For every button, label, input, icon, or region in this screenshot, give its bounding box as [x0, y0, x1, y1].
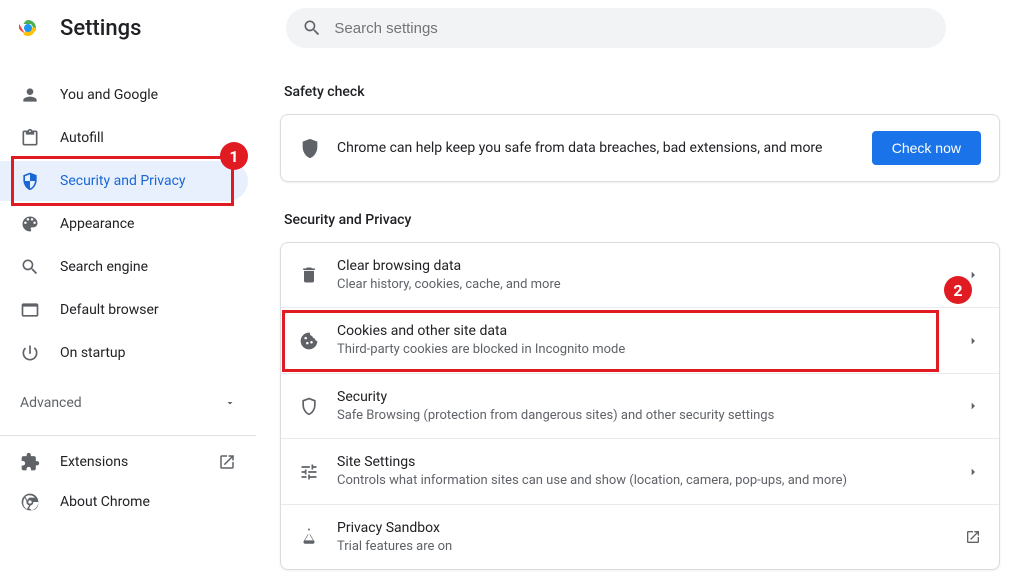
chevron-down-icon	[224, 397, 236, 409]
row-clear-browsing-data[interactable]: Clear browsing data Clear history, cooki…	[281, 243, 999, 308]
sidebar-item-on-startup[interactable]: On startup	[0, 333, 248, 373]
sidebar: You and Google Autofill Security and Pri…	[0, 56, 256, 576]
extensions-label: Extensions	[60, 454, 128, 470]
shield-outline-icon	[299, 396, 319, 416]
safety-check-card: Chrome can help keep you safe from data …	[280, 114, 1000, 182]
chrome-outline-icon	[20, 492, 40, 512]
row-title: Privacy Sandbox	[337, 519, 965, 538]
chrome-logo-icon	[16, 16, 40, 40]
sidebar-item-appearance[interactable]: Appearance	[0, 204, 248, 244]
sidebar-item-label: Autofill	[60, 130, 104, 146]
safety-check-title: Safety check	[284, 84, 1000, 100]
search-icon	[302, 18, 322, 38]
open-in-new-icon	[965, 529, 981, 545]
safety-check-text: Chrome can help keep you safe from data …	[337, 140, 872, 156]
chevron-right-icon	[965, 464, 981, 480]
page-title: Settings	[60, 16, 141, 41]
sidebar-item-extensions[interactable]: Extensions	[0, 442, 256, 482]
row-sub: Clear history, cookies, cache, and more	[337, 276, 965, 294]
check-now-button[interactable]: Check now	[872, 131, 981, 165]
about-label: About Chrome	[60, 494, 150, 510]
row-security[interactable]: Security Safe Browsing (protection from …	[281, 374, 999, 439]
sidebar-divider	[0, 435, 256, 436]
row-title: Cookies and other site data	[337, 322, 965, 341]
row-sub: Safe Browsing (protection from dangerous…	[337, 407, 965, 425]
row-title: Security	[337, 388, 965, 407]
privacy-card: Clear browsing data Clear history, cooki…	[280, 242, 1000, 570]
sidebar-item-default-browser[interactable]: Default browser	[0, 290, 248, 330]
power-icon	[20, 343, 40, 363]
row-sub: Trial features are on	[337, 538, 965, 556]
sidebar-item-label: You and Google	[60, 87, 158, 103]
tune-icon	[299, 462, 319, 482]
search-box[interactable]	[286, 8, 946, 48]
row-title: Clear browsing data	[337, 257, 965, 276]
sidebar-advanced[interactable]: Advanced	[0, 383, 256, 423]
shield-icon	[299, 137, 321, 159]
chevron-right-icon	[965, 333, 981, 349]
security-privacy-title: Security and Privacy	[284, 212, 1000, 228]
sidebar-item-about-chrome[interactable]: About Chrome	[0, 482, 256, 522]
row-sub: Third-party cookies are blocked in Incog…	[337, 341, 965, 359]
row-site-settings[interactable]: Site Settings Controls what information …	[281, 439, 999, 504]
advanced-label: Advanced	[20, 395, 82, 411]
sidebar-item-label: Default browser	[60, 302, 159, 318]
trash-icon	[299, 265, 319, 285]
sidebar-item-label: On startup	[60, 345, 126, 361]
flask-icon	[299, 527, 319, 547]
cookie-icon	[299, 331, 319, 351]
chevron-right-icon	[965, 398, 981, 414]
search-icon	[20, 257, 40, 277]
browser-icon	[20, 300, 40, 320]
sidebar-item-label: Search engine	[60, 259, 148, 275]
row-privacy-sandbox[interactable]: Privacy Sandbox Trial features are on	[281, 505, 999, 569]
sidebar-item-search-engine[interactable]: Search engine	[0, 247, 248, 287]
shield-icon	[20, 171, 40, 191]
row-title: Site Settings	[337, 453, 965, 472]
row-sub: Controls what information sites can use …	[337, 472, 965, 490]
main-content: Safety check Chrome can help keep you sa…	[256, 56, 1024, 576]
header: Settings	[0, 0, 1024, 56]
sidebar-item-autofill[interactable]: Autofill	[0, 118, 248, 158]
search-input[interactable]	[334, 20, 930, 37]
sidebar-item-you-and-google[interactable]: You and Google	[0, 75, 248, 115]
person-icon	[20, 85, 40, 105]
open-in-new-icon	[218, 453, 236, 471]
extension-icon	[20, 452, 40, 472]
chevron-right-icon	[965, 267, 981, 283]
sidebar-item-security-privacy[interactable]: Security and Privacy	[0, 161, 248, 201]
sidebar-item-label: Appearance	[60, 216, 134, 232]
sidebar-item-label: Security and Privacy	[60, 173, 186, 189]
palette-icon	[20, 214, 40, 234]
row-cookies[interactable]: Cookies and other site data Third-party …	[281, 308, 999, 373]
clipboard-icon	[20, 128, 40, 148]
